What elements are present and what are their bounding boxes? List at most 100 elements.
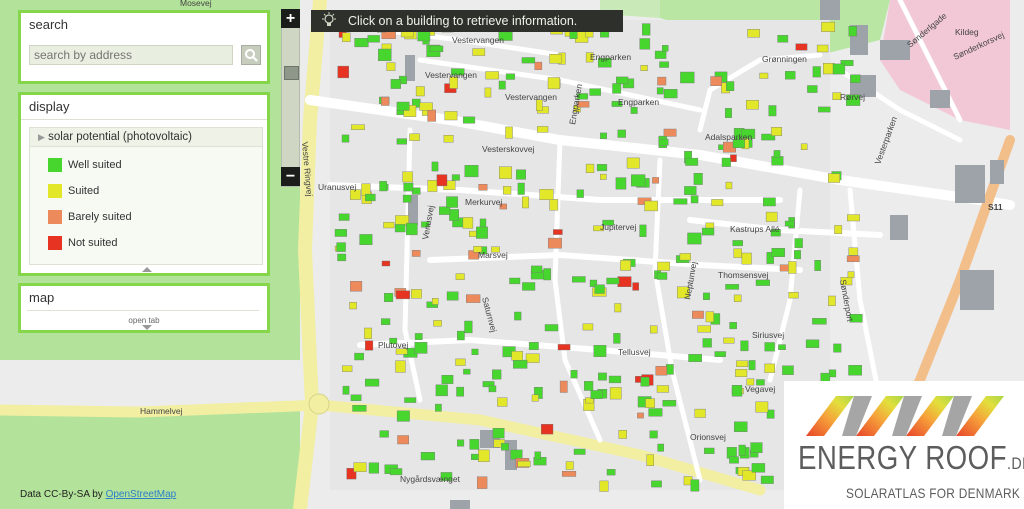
building-roof[interactable] bbox=[384, 293, 394, 303]
building-roof[interactable] bbox=[657, 261, 670, 271]
building-roof[interactable] bbox=[534, 451, 541, 460]
building-roof[interactable] bbox=[782, 365, 794, 375]
building-roof[interactable] bbox=[690, 195, 699, 204]
building-roof[interactable] bbox=[492, 428, 505, 439]
building-roof[interactable] bbox=[342, 365, 353, 372]
solar-potential-group[interactable]: ▶ solar potential (photovoltaic) Well su… bbox=[29, 127, 263, 265]
building-roof[interactable] bbox=[590, 390, 603, 400]
building-roof[interactable] bbox=[582, 323, 594, 331]
building-roof[interactable] bbox=[548, 237, 562, 249]
building-roof[interactable] bbox=[785, 71, 796, 80]
building-roof[interactable] bbox=[816, 44, 829, 53]
building-roof[interactable] bbox=[361, 183, 371, 196]
building-roof[interactable] bbox=[784, 220, 795, 227]
building-roof[interactable] bbox=[435, 384, 448, 397]
building-roof[interactable] bbox=[703, 292, 710, 300]
building-roof[interactable] bbox=[549, 54, 562, 64]
building-roof[interactable] bbox=[409, 133, 420, 141]
building-roof[interactable] bbox=[463, 116, 476, 124]
building-roof[interactable] bbox=[436, 174, 448, 187]
building-roof[interactable] bbox=[497, 397, 508, 407]
building-roof[interactable] bbox=[639, 38, 651, 50]
building-roof[interactable] bbox=[771, 247, 786, 257]
building-roof[interactable] bbox=[673, 198, 688, 205]
building-roof[interactable] bbox=[338, 213, 350, 221]
building-roof[interactable] bbox=[596, 164, 608, 172]
building-roof[interactable] bbox=[379, 181, 387, 192]
building-roof[interactable] bbox=[702, 338, 712, 348]
building-roof[interactable] bbox=[746, 99, 759, 110]
building-roof[interactable] bbox=[336, 242, 346, 252]
building-roof[interactable] bbox=[456, 386, 465, 397]
building-roof[interactable] bbox=[615, 177, 627, 190]
building-roof[interactable] bbox=[557, 344, 571, 351]
building-roof[interactable] bbox=[656, 272, 668, 280]
building-roof[interactable] bbox=[631, 174, 646, 187]
building-roof[interactable] bbox=[503, 186, 512, 195]
zoom-in-button[interactable]: + bbox=[281, 9, 300, 28]
building-roof[interactable] bbox=[740, 340, 749, 352]
building-roof[interactable] bbox=[396, 410, 410, 422]
building-roof[interactable] bbox=[764, 363, 775, 373]
building-roof[interactable] bbox=[788, 261, 797, 274]
building-roof[interactable] bbox=[469, 230, 478, 237]
building-roof[interactable] bbox=[522, 282, 536, 291]
building-roof[interactable] bbox=[412, 187, 421, 195]
building-roof[interactable] bbox=[455, 273, 465, 280]
building-roof[interactable] bbox=[688, 354, 703, 362]
building-roof[interactable] bbox=[848, 247, 859, 256]
building-roof[interactable] bbox=[833, 343, 842, 353]
building-roof[interactable] bbox=[733, 294, 742, 302]
building-roof[interactable] bbox=[396, 138, 407, 145]
building-roof[interactable] bbox=[704, 447, 715, 454]
building-roof[interactable] bbox=[337, 253, 347, 262]
zoom-out-button[interactable]: − bbox=[281, 167, 300, 186]
building-roof[interactable] bbox=[731, 385, 743, 397]
building-roof[interactable] bbox=[354, 38, 369, 48]
building-roof[interactable] bbox=[764, 342, 775, 352]
building-roof[interactable] bbox=[435, 403, 442, 412]
building-roof[interactable] bbox=[755, 279, 770, 286]
expand-icon[interactable] bbox=[142, 325, 152, 330]
building-roof[interactable] bbox=[505, 73, 515, 80]
building-roof[interactable] bbox=[658, 138, 669, 146]
building-roof[interactable] bbox=[334, 229, 348, 237]
building-roof[interactable] bbox=[525, 353, 540, 363]
building-roof[interactable] bbox=[501, 443, 509, 451]
building-roof[interactable] bbox=[828, 295, 836, 307]
building-roof[interactable] bbox=[685, 157, 699, 166]
building-roof[interactable] bbox=[479, 218, 487, 228]
building-roof[interactable] bbox=[848, 26, 857, 37]
building-roof[interactable] bbox=[381, 31, 396, 40]
building-roof[interactable] bbox=[441, 375, 454, 384]
building-roof[interactable] bbox=[725, 284, 740, 290]
building-roof[interactable] bbox=[553, 229, 563, 235]
building-roof[interactable] bbox=[484, 87, 492, 98]
building-roof[interactable] bbox=[662, 45, 669, 52]
building-roof[interactable] bbox=[594, 284, 605, 294]
building-roof[interactable] bbox=[510, 449, 523, 460]
building-roof[interactable] bbox=[570, 370, 578, 379]
building-roof[interactable] bbox=[646, 454, 654, 467]
building-roof[interactable] bbox=[444, 111, 458, 121]
zoom-slider[interactable] bbox=[281, 9, 300, 187]
building-roof[interactable] bbox=[353, 462, 367, 472]
building-roof[interactable] bbox=[800, 143, 808, 150]
building-roof[interactable] bbox=[562, 471, 577, 477]
building-roof[interactable] bbox=[600, 132, 607, 139]
building-roof[interactable] bbox=[725, 181, 733, 190]
building-roof[interactable] bbox=[462, 217, 474, 229]
building-roof[interactable] bbox=[394, 224, 406, 233]
building-roof[interactable] bbox=[679, 253, 692, 261]
building-roof[interactable] bbox=[364, 327, 372, 340]
search-input[interactable] bbox=[29, 45, 233, 65]
building-roof[interactable] bbox=[522, 196, 529, 209]
building-roof[interactable] bbox=[773, 150, 781, 158]
building-roof[interactable] bbox=[642, 23, 651, 36]
building-roof[interactable] bbox=[354, 352, 364, 361]
building-roof[interactable] bbox=[539, 189, 554, 201]
building-roof[interactable] bbox=[517, 460, 531, 467]
building-roof[interactable] bbox=[469, 439, 480, 450]
building-roof[interactable] bbox=[349, 302, 357, 310]
building-roof[interactable] bbox=[537, 126, 549, 133]
